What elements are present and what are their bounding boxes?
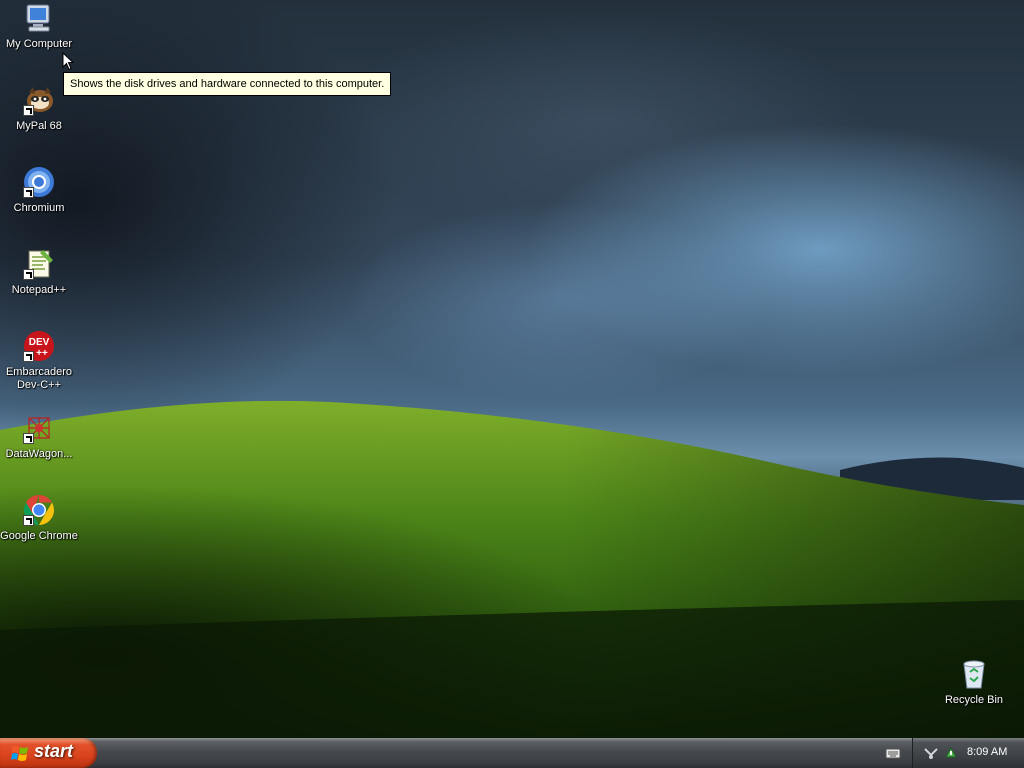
my-computer-icon (23, 2, 55, 34)
shortcut-arrow-icon (23, 187, 34, 198)
system-tray: 8:09 AM (912, 738, 1024, 768)
desktop-icon-label: My Computer (5, 38, 73, 50)
desktop-icon-label: Notepad++ (11, 284, 67, 296)
dev-cpp-icon: DEV ++ (23, 330, 55, 362)
recycle-bin-icon (958, 658, 990, 690)
desktop-icon-my-computer[interactable]: My Computer (0, 2, 79, 51)
desktop-icon-label: MyPal 68 (16, 120, 62, 132)
wallpaper-hill (0, 400, 1024, 738)
shortcut-arrow-icon (23, 269, 34, 280)
network-icon[interactable] (923, 745, 939, 761)
shortcut-arrow-icon (23, 433, 34, 444)
desktop-icon-label: Embarcadero Dev-C++ (5, 366, 73, 391)
desktop-icon-label: Recycle Bin (944, 694, 1004, 706)
windows-logo-icon (11, 746, 28, 761)
desktop-icon-google-chrome[interactable]: Google Chrome (0, 494, 79, 543)
google-chrome-icon (23, 494, 55, 526)
datawagon-icon (23, 412, 55, 444)
svg-text:++: ++ (36, 348, 48, 359)
safely-remove-icon[interactable] (943, 745, 959, 761)
desktop[interactable]: My Computer MyPal 68 Chromium Notepad++ … (0, 0, 1024, 738)
chromium-icon (23, 166, 55, 198)
clock[interactable]: 8:09 AM (967, 746, 1007, 758)
desktop-icon-dev-cpp[interactable]: DEV ++ Embarcadero Dev-C++ (0, 330, 79, 392)
shortcut-arrow-icon (23, 515, 34, 526)
svg-text:DEV: DEV (29, 337, 50, 348)
notepad-plus-plus-icon (23, 248, 55, 280)
taskbar: start 8:09 AM (0, 738, 1024, 768)
tooltip: Shows the disk drives and hardware conne… (63, 72, 392, 96)
desktop-icon-notepad-plus-plus[interactable]: Notepad++ (0, 248, 79, 297)
desktop-icon-datawagon[interactable]: DataWagon... (0, 412, 79, 461)
start-label: start (34, 741, 74, 761)
mypal-icon (23, 84, 55, 116)
desktop-icon-recycle-bin[interactable]: Recycle Bin (934, 658, 1014, 707)
keyboard-icon[interactable] (885, 746, 901, 760)
shortcut-arrow-icon (23, 105, 34, 116)
desktop-icon-label: Chromium (13, 202, 65, 214)
desktop-icon-label: Google Chrome (0, 530, 78, 542)
mouse-cursor-icon (62, 52, 74, 71)
desktop-icon-chromium[interactable]: Chromium (0, 166, 79, 215)
start-button[interactable]: start (0, 738, 97, 768)
shortcut-arrow-icon (23, 351, 34, 362)
desktop-icon-label: DataWagon... (5, 448, 73, 460)
